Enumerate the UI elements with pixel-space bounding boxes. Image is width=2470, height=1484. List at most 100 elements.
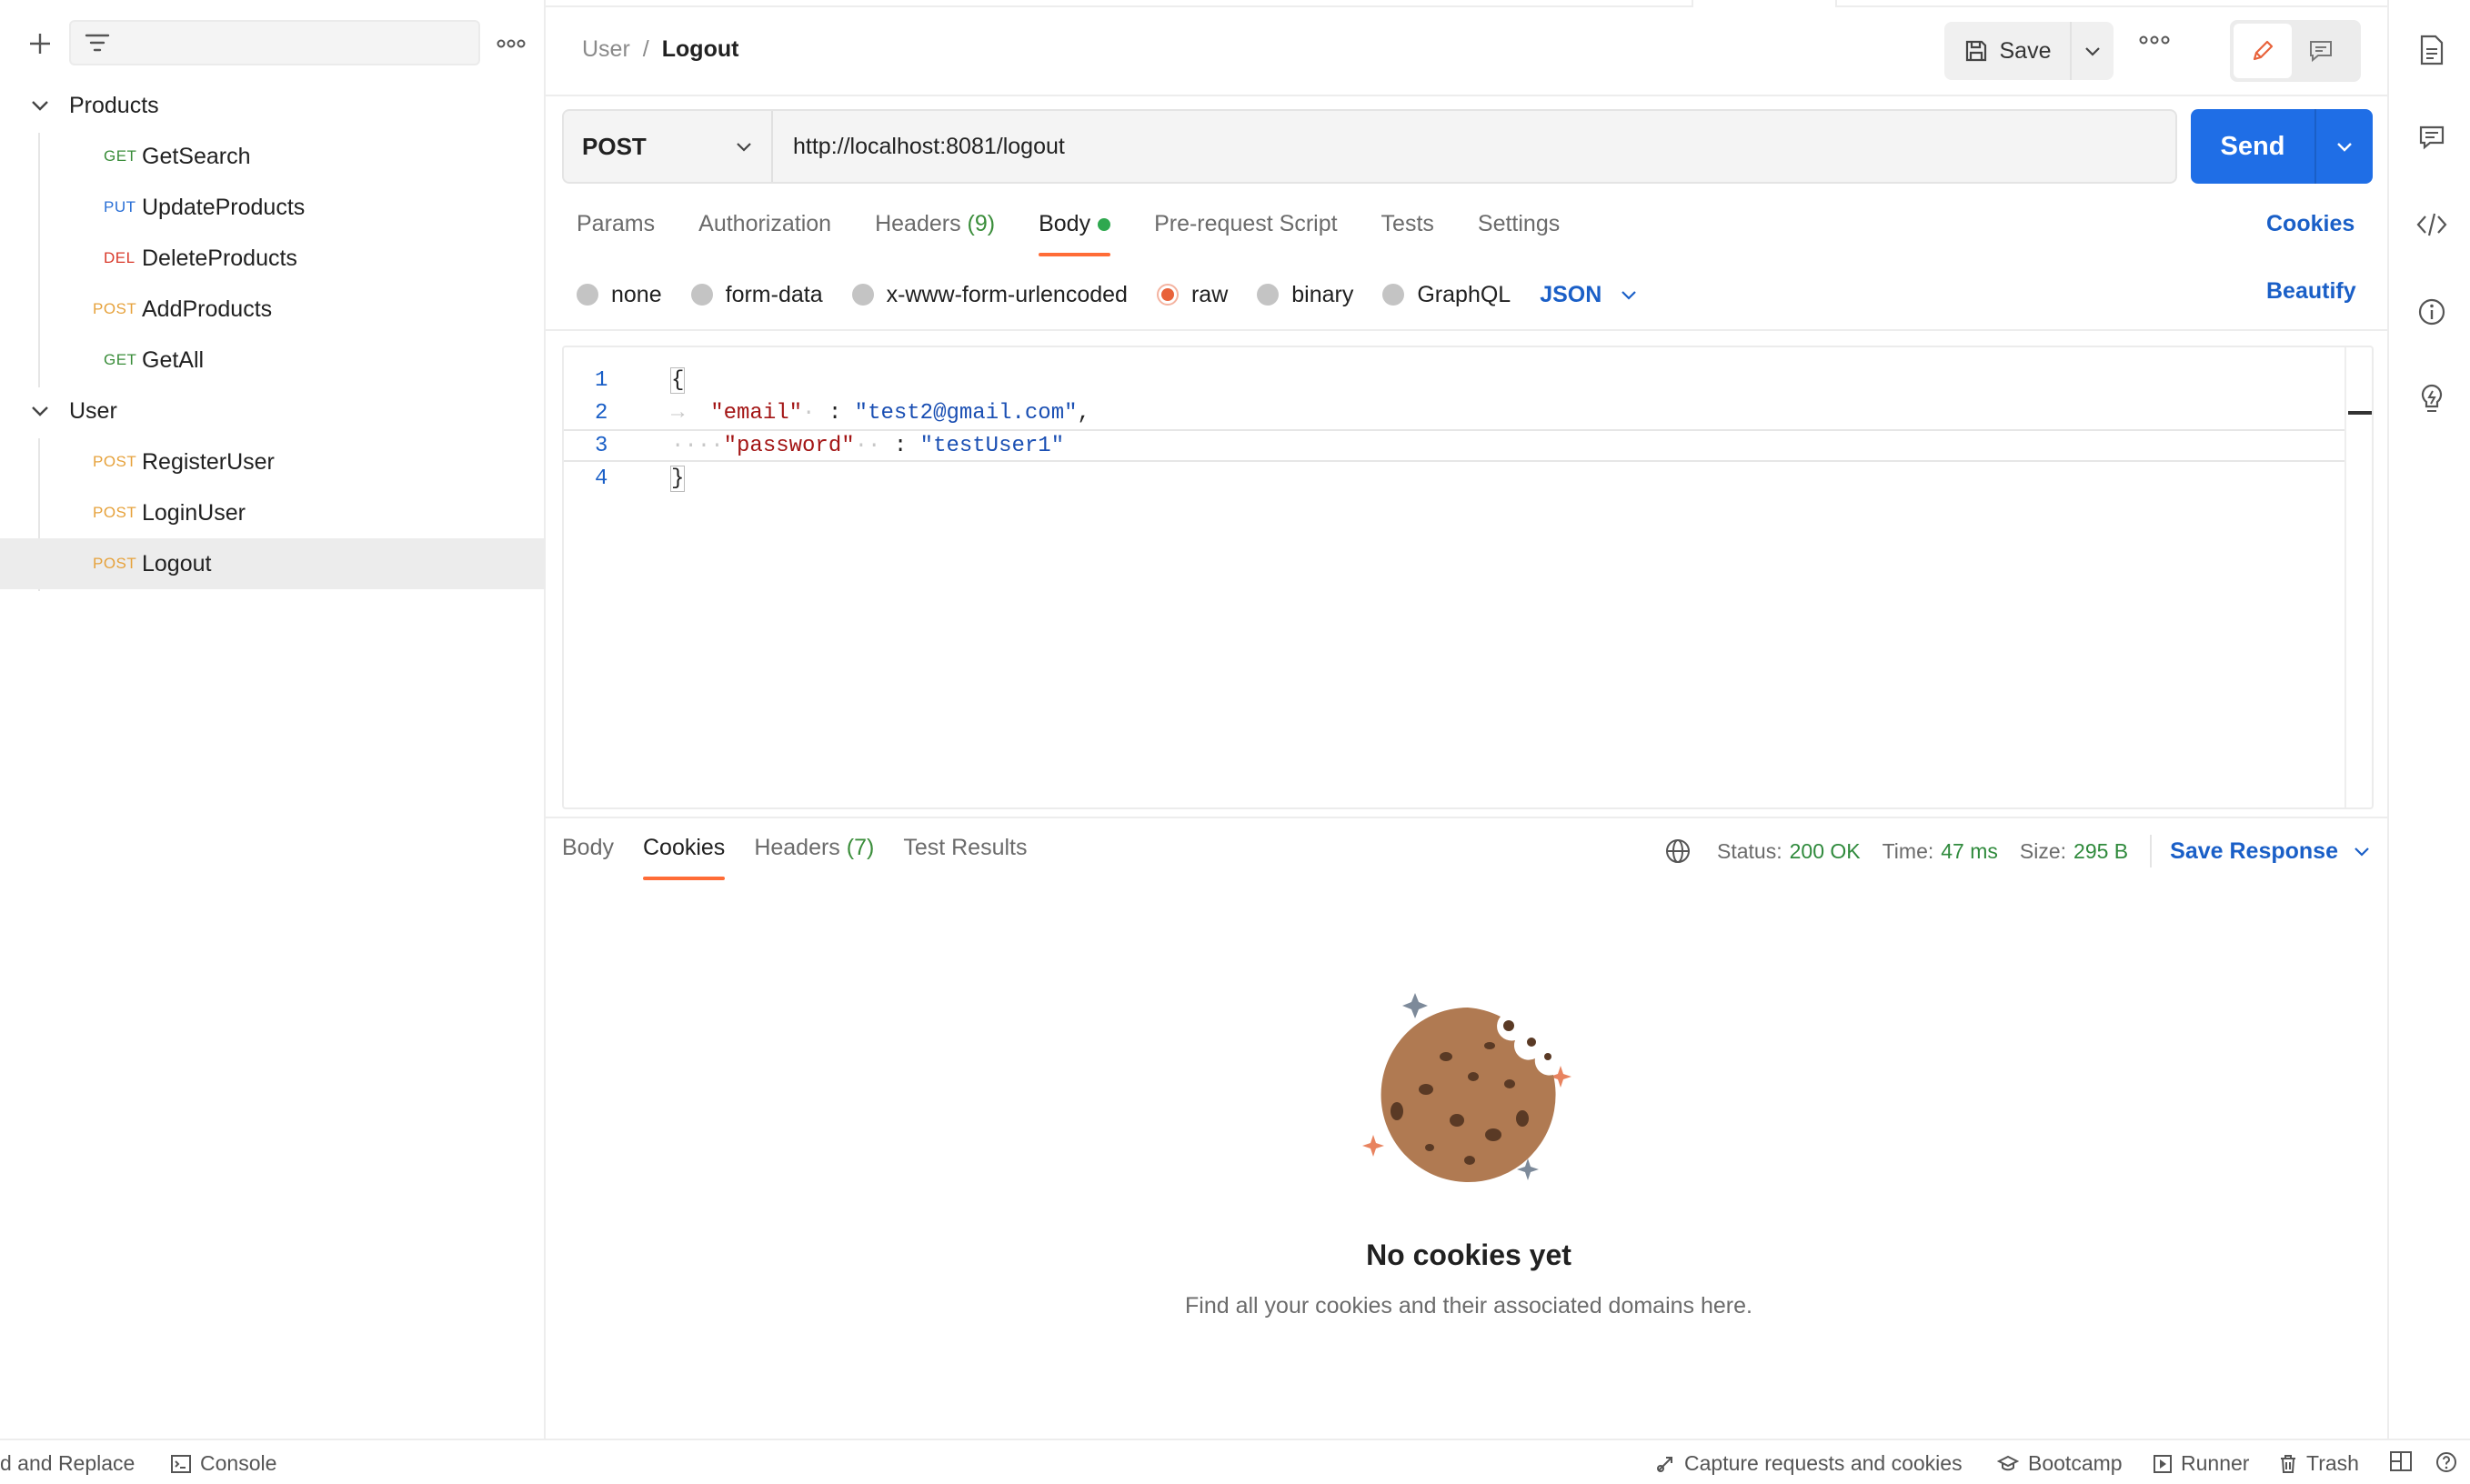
send-options-dropdown[interactable]: [2314, 109, 2373, 184]
code-line: 4 }: [564, 462, 2346, 495]
save-button[interactable]: Save: [1944, 22, 2070, 80]
tab-headers[interactable]: Headers (9): [875, 211, 995, 256]
body-type-form-data[interactable]: form-data: [690, 282, 823, 308]
tab-body[interactable]: Body: [1039, 211, 1111, 256]
send-button[interactable]: Send: [2191, 109, 2314, 184]
documentation-icon[interactable]: [2416, 35, 2447, 65]
help-icon[interactable]: [2435, 1451, 2457, 1473]
method-badge: POST: [93, 453, 137, 470]
save-response-button[interactable]: Save Response: [2170, 838, 2371, 865]
divider: [546, 817, 2387, 818]
statusbar-label: Runner: [2181, 1451, 2250, 1475]
request-item-registeruser[interactable]: POST RegisterUser: [0, 436, 546, 487]
tab-params[interactable]: Params: [577, 211, 655, 256]
url-bar: POST: [562, 109, 2177, 184]
cookies-link[interactable]: Cookies: [2266, 211, 2355, 237]
collection-folder-products[interactable]: Products: [0, 80, 546, 131]
tab-tests[interactable]: Tests: [1381, 211, 1434, 256]
radio[interactable]: [690, 284, 713, 306]
resp-tab-cookies[interactable]: Cookies: [642, 835, 726, 880]
right-rail: [2387, 0, 2470, 1439]
request-item-getsearch[interactable]: GET GetSearch: [0, 131, 546, 182]
breadcrumb-separator: /: [642, 36, 649, 62]
tab-pre-request-script[interactable]: Pre-request Script: [1154, 211, 1337, 256]
radio[interactable]: [1257, 284, 1280, 306]
new-plus-icon[interactable]: [20, 24, 60, 64]
comment-mode-button[interactable]: [2292, 24, 2350, 78]
method-select[interactable]: POST: [564, 111, 773, 182]
option-label: x-www-form-urlencoded: [886, 281, 1128, 307]
chevron-down-icon: [29, 400, 51, 422]
body-type-graphql[interactable]: GraphQL: [1382, 282, 1511, 308]
more-actions-icon[interactable]: [2139, 35, 2170, 45]
globe-icon[interactable]: [1664, 837, 1692, 865]
request-item-loginuser[interactable]: POST LoginUser: [0, 487, 546, 538]
tab-label: Test Results: [903, 835, 1028, 860]
tab-label: Body: [562, 835, 614, 860]
request-item-logout[interactable]: POST Logout: [0, 538, 546, 589]
request-tabs: Params Authorization Headers (9) Body Pr…: [577, 211, 1603, 256]
more-options-icon[interactable]: [491, 24, 531, 64]
request-label: RegisterUser: [142, 448, 275, 475]
tab-label: Cookies: [642, 835, 726, 860]
size-value[interactable]: 295 B: [2073, 839, 2128, 864]
save-options-dropdown[interactable]: [2070, 22, 2114, 80]
resp-tab-test-results[interactable]: Test Results: [903, 835, 1027, 880]
sidebar-toolbar: [0, 0, 546, 87]
code-icon[interactable]: [2416, 209, 2447, 240]
request-item-updateproducts[interactable]: PUT UpdateProducts: [0, 182, 546, 233]
scroll-thumb[interactable]: [2348, 411, 2372, 415]
collection-folder-user[interactable]: User: [0, 386, 546, 436]
trash-button[interactable]: Trash: [2279, 1451, 2359, 1476]
url-input[interactable]: [773, 111, 2175, 182]
tab-label: Body: [1039, 211, 1091, 236]
console-icon: [171, 1454, 191, 1473]
bootcamp-button[interactable]: Bootcamp: [1997, 1451, 2123, 1476]
find-replace-button[interactable]: d and Replace: [0, 1451, 135, 1476]
beautify-link[interactable]: Beautify: [2266, 278, 2356, 305]
active-tab-marker[interactable]: [1692, 0, 1837, 7]
method-badge: POST: [93, 504, 137, 521]
tab-settings[interactable]: Settings: [1478, 211, 1560, 256]
request-item-addproducts[interactable]: POST AddProducts: [0, 284, 546, 335]
request-label: UpdateProducts: [142, 194, 306, 220]
radio[interactable]: [1382, 284, 1405, 306]
lightbulb-icon[interactable]: [2416, 384, 2447, 415]
body-type-none[interactable]: none: [577, 282, 662, 308]
time-label: Time:: [1882, 838, 1934, 863]
request-header: User / Logout Save: [546, 7, 2387, 96]
info-icon[interactable]: [2416, 296, 2447, 327]
empty-state-description: Find all your cookies and their associat…: [1185, 1293, 1752, 1319]
radio[interactable]: [577, 284, 598, 306]
radio-selected[interactable]: [1156, 284, 1179, 306]
resp-tab-body[interactable]: Body: [562, 835, 614, 880]
format-select[interactable]: JSON: [1540, 282, 1638, 308]
body-code-editor[interactable]: 1 { 2 → "email"· : "test2@gmail.com", 3 …: [562, 346, 2374, 809]
body-type-urlencoded[interactable]: x-www-form-urlencoded: [851, 281, 1128, 308]
response-meta: Status: 200 OK Time: 47 ms Size: 295 B S…: [1664, 835, 2371, 867]
edit-mode-button[interactable]: [2234, 24, 2292, 78]
request-item-getall[interactable]: GET GetAll: [0, 335, 546, 386]
breadcrumb-parent[interactable]: User: [582, 36, 630, 63]
editor-scrollbar[interactable]: [2344, 347, 2372, 807]
capture-requests-button[interactable]: Capture requests and cookies: [1655, 1451, 1963, 1476]
divider: [2150, 835, 2153, 867]
body-type-binary[interactable]: binary: [1257, 282, 1353, 308]
radio[interactable]: [851, 284, 874, 306]
resp-tab-headers[interactable]: Headers (7): [754, 835, 874, 880]
sidebar-filter-input[interactable]: [69, 20, 480, 65]
comments-icon[interactable]: [2416, 122, 2447, 153]
status-value[interactable]: 200 OK: [1790, 839, 1861, 864]
statusbar-label: d and Replace: [0, 1451, 136, 1475]
runner-button[interactable]: Runner: [2154, 1451, 2249, 1476]
tab-authorization[interactable]: Authorization: [698, 211, 831, 256]
request-item-deleteproducts[interactable]: DEL DeleteProducts: [0, 233, 546, 284]
save-response-label: Save Response: [2170, 837, 2338, 864]
console-button[interactable]: Console: [171, 1451, 276, 1476]
chevron-down-icon: [2083, 42, 2102, 60]
breadcrumb-current[interactable]: Logout: [662, 36, 739, 63]
time-value[interactable]: 47 ms: [1941, 839, 1998, 864]
two-pane-icon[interactable]: [2390, 1451, 2412, 1471]
body-type-raw[interactable]: raw: [1156, 282, 1228, 308]
code-text: {: [669, 366, 686, 394]
